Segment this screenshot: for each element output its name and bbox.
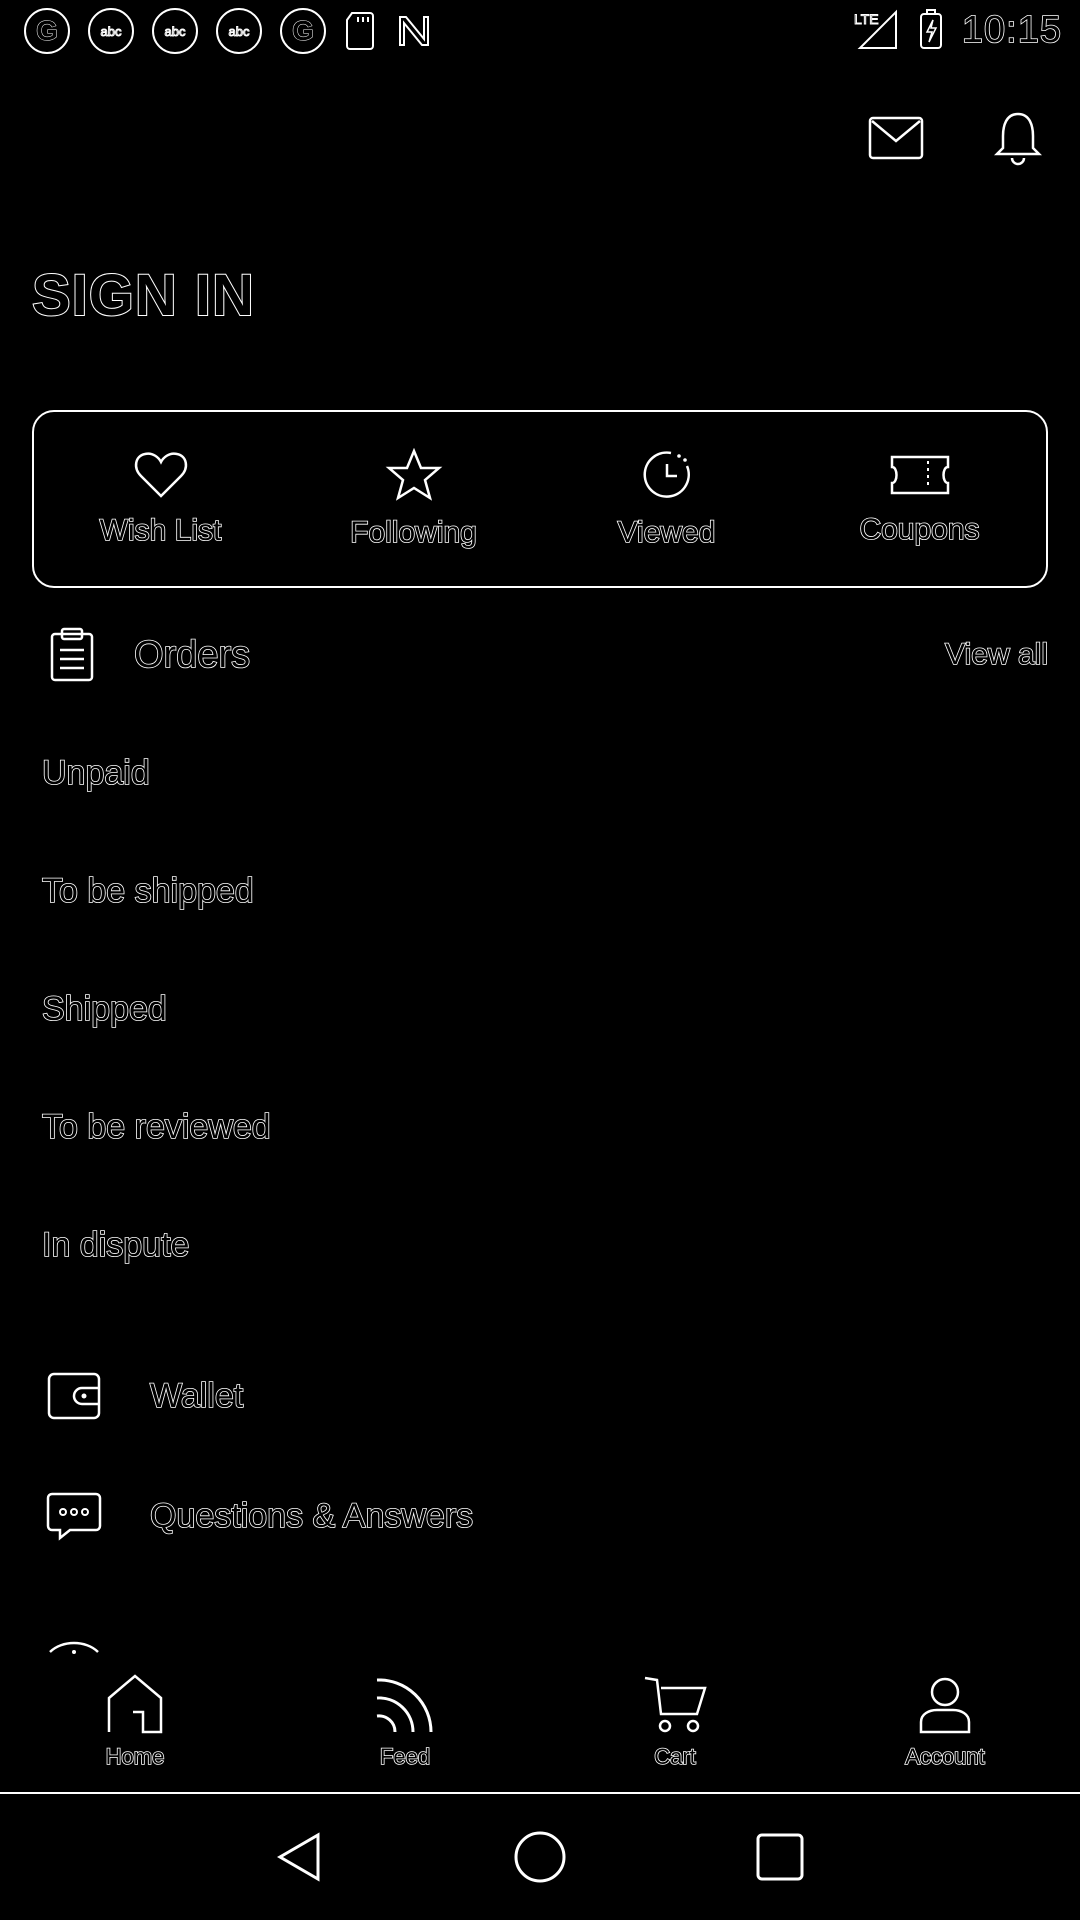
nav-label: Cart <box>653 1743 696 1770</box>
bottom-nav: Home Feed Cart Account <box>0 1660 1080 1790</box>
recents-icon[interactable] <box>752 1829 808 1885</box>
order-status-to-be-shipped[interactable]: To be shipped <box>41 871 254 911</box>
menu-item-label: Questions & Answers <box>149 1496 474 1536</box>
abc-news-icon: abc <box>152 8 198 54</box>
clock-time: 10:15 <box>961 8 1062 52</box>
status-bar: G abc abc abc G LTE 10:15 <box>0 0 1080 64</box>
nyt-icon <box>399 16 429 46</box>
nav-label: Home <box>105 1743 165 1770</box>
order-status-to-be-reviewed[interactable]: To be reviewed <box>41 1107 271 1147</box>
orders-header: Orders View all <box>48 624 1049 686</box>
order-status-unpaid[interactable]: Unpaid <box>41 753 150 793</box>
clipboard-icon <box>50 627 94 682</box>
wallet-icon <box>47 1372 101 1420</box>
svg-text:LTE: LTE <box>854 11 879 27</box>
sd-card-icon <box>346 12 374 50</box>
nav-account[interactable]: Account <box>810 1660 1080 1790</box>
orders-title: Orders <box>133 633 251 677</box>
battery-icon <box>919 9 942 49</box>
chat-icon <box>46 1492 102 1541</box>
sign-in-link[interactable]: SIGN IN <box>31 262 255 329</box>
nav-cart[interactable]: Cart <box>540 1660 810 1790</box>
guardian-icon: G <box>24 8 70 54</box>
home-circle-icon[interactable] <box>512 1829 568 1885</box>
nav-label: Feed <box>379 1743 431 1770</box>
quick-link-viewed[interactable]: Viewed <box>540 412 793 586</box>
back-icon[interactable] <box>272 1829 328 1885</box>
mail-icon[interactable] <box>868 115 924 161</box>
cart-icon <box>644 1676 707 1733</box>
coupon-icon <box>890 455 949 495</box>
guardian-icon: G <box>280 8 326 54</box>
home-icon <box>107 1674 163 1734</box>
heart-icon <box>134 452 187 498</box>
star-icon <box>385 448 442 501</box>
clock-icon <box>642 451 690 498</box>
abc-news-icon: abc <box>216 8 262 54</box>
menu-item-label: Wallet <box>149 1376 244 1416</box>
quick-link-label: Viewed <box>617 515 716 550</box>
bell-icon[interactable] <box>994 110 1042 166</box>
system-status: LTE 10:15 <box>852 8 1062 52</box>
quick-link-label: Wish List <box>99 513 222 548</box>
menu-item-wallet[interactable]: Wallet <box>46 1370 244 1422</box>
nav-home[interactable]: Home <box>0 1660 270 1790</box>
nav-label: Account <box>904 1743 985 1770</box>
quick-link-wish-list[interactable]: Wish List <box>34 412 287 586</box>
order-status-in-dispute[interactable]: In dispute <box>41 1225 190 1265</box>
order-status-shipped[interactable]: Shipped <box>41 989 167 1029</box>
quick-link-label: Coupons <box>859 512 981 547</box>
quick-link-label: Following <box>349 515 477 550</box>
quick-links-card: Wish List Following Viewed Coupons <box>32 410 1048 588</box>
partial-menu-icon <box>49 1641 99 1654</box>
account-icon <box>919 1677 971 1734</box>
abc-news-icon: abc <box>88 8 134 54</box>
notification-icons: G abc abc abc G <box>24 8 434 54</box>
system-nav-bar <box>0 1794 1080 1920</box>
view-all-orders-link[interactable]: View all <box>944 637 1048 672</box>
feed-icon <box>376 1678 433 1733</box>
quick-link-coupons[interactable]: Coupons <box>793 412 1046 586</box>
nav-feed[interactable]: Feed <box>270 1660 540 1790</box>
quick-link-following[interactable]: Following <box>287 412 540 586</box>
header-actions <box>868 110 1042 166</box>
menu-item-questions-answers[interactable]: Questions & Answers <box>46 1490 474 1542</box>
lte-signal-icon: LTE <box>853 9 897 49</box>
